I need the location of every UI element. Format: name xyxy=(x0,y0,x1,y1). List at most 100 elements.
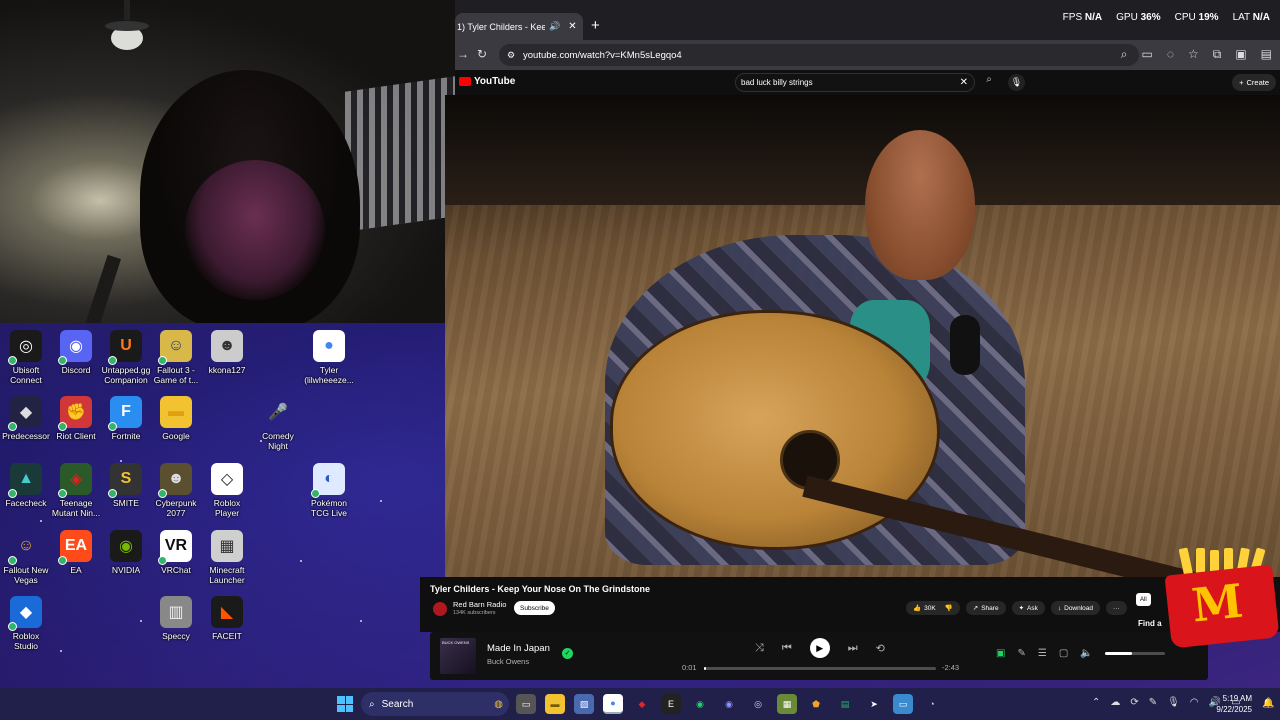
tab-audio-icon[interactable]: 🔊 xyxy=(549,21,560,32)
tab-close-icon[interactable]: ✕ xyxy=(568,21,576,32)
now-playing-icon[interactable]: ▣ xyxy=(996,648,1005,659)
desktop-icon-10[interactable]: 🎤 Comedy Night xyxy=(252,396,304,451)
photos-icon[interactable]: ▨ xyxy=(574,694,594,714)
progress-bar[interactable] xyxy=(704,667,936,670)
play-button[interactable]: ▶ xyxy=(809,638,830,658)
cursor-app-icon[interactable]: ➤ xyxy=(864,694,884,714)
search-icon[interactable]: ⌕ xyxy=(978,74,1000,91)
volume-slider[interactable] xyxy=(1104,652,1165,655)
zoom-icon[interactable]: ⌕ xyxy=(1121,47,1128,62)
wifi-icon[interactable]: ◠ xyxy=(1190,697,1199,708)
desktop-icon-11[interactable]: ▲ Facecheck xyxy=(0,463,52,508)
queue-icon[interactable]: ☰ xyxy=(1038,648,1047,659)
volume-icon[interactable]: 🔈 xyxy=(1080,648,1092,659)
monitor-icon[interactable]: ▭ xyxy=(893,694,913,714)
chrome-icon[interactable]: ● xyxy=(603,694,623,714)
desktop-icon-13[interactable]: S SMITE xyxy=(100,463,152,508)
site-info-icon[interactable]: ⚙ xyxy=(507,50,515,61)
microphone-icon[interactable]: 🎙 xyxy=(1167,697,1180,708)
desktop-icon-6[interactable]: ◆ Predecessor xyxy=(0,396,52,441)
pencil-icon[interactable]: ✎ xyxy=(1017,648,1025,659)
video-player[interactable] xyxy=(445,95,1280,577)
youtube-logo[interactable]: YouTube xyxy=(459,76,515,87)
url-field[interactable]: ⚙ youtube.com/watch?v=KMn5sLegqo4 xyxy=(499,44,1139,66)
desktop-icon-14[interactable]: ☻ Cyberpunk 2077 xyxy=(150,463,202,518)
album-art[interactable]: BUCK OWENS xyxy=(440,638,476,674)
thumbs-down-icon[interactable]: 👎 xyxy=(945,604,953,612)
more-actions-button[interactable]: ··· xyxy=(1106,601,1127,615)
shuffle-icon[interactable]: ⤨ xyxy=(755,642,764,655)
excel-icon[interactable]: ▤ xyxy=(835,694,855,714)
desktop-icon-19[interactable]: ◉ NVIDIA xyxy=(100,530,152,575)
devices-icon[interactable]: ▢ xyxy=(1059,648,1068,659)
desktop-icon-3[interactable]: ☺ Fallout 3 - Game of t... xyxy=(150,330,202,385)
extensions-icon[interactable]: ⧉ xyxy=(1213,47,1222,62)
forward-icon[interactable]: → xyxy=(457,47,469,61)
red-diamond-icon[interactable]: ◆ xyxy=(632,694,652,714)
profile-icon[interactable]: ▤ xyxy=(1261,47,1272,62)
app-icon: ◣ xyxy=(211,596,243,628)
channel-avatar[interactable] xyxy=(433,602,447,616)
desktop-icon-4[interactable]: ☻ kkona127 xyxy=(201,330,253,375)
desktop-icon-1[interactable]: ◉ Discord xyxy=(50,330,102,375)
create-button[interactable]: + Create xyxy=(1232,74,1276,91)
desktop-icon-7[interactable]: ✊ Riot Client xyxy=(50,396,102,441)
liked-check-icon[interactable]: ✓ xyxy=(562,648,573,659)
clear-search-icon[interactable]: ✕ xyxy=(960,77,968,88)
share-button[interactable]: ↗ Share xyxy=(965,601,1006,615)
like-button[interactable]: 👍 30K 👎 xyxy=(906,601,960,615)
cast-icon[interactable]: ▭ xyxy=(1141,47,1152,62)
desktop-icon-5[interactable]: ● Tyler (lilwheeeze... xyxy=(303,330,355,385)
sync-icon[interactable]: ⟳ xyxy=(1130,697,1138,708)
desktop-icon-17[interactable]: ☺ Fallout New Vegas xyxy=(0,530,52,585)
start-button[interactable] xyxy=(337,696,353,712)
file-explorer-icon[interactable]: ▬ xyxy=(545,694,565,714)
desktop-icon-20[interactable]: VR VRChat xyxy=(150,530,202,575)
obs-icon[interactable]: ◔ xyxy=(922,694,942,714)
desktop-icon-12[interactable]: ◈ Teenage Mutant Nin... xyxy=(50,463,102,518)
cloud-icon[interactable]: ☁ xyxy=(1110,697,1120,708)
desktop-icon-15[interactable]: ◇ Roblox Player xyxy=(201,463,253,518)
epic-games-icon[interactable]: E xyxy=(661,694,681,714)
previous-icon[interactable]: ⏮ xyxy=(782,642,792,655)
sidebar-icon[interactable]: ▣ xyxy=(1235,47,1246,62)
ask-button[interactable]: ✦ Ask xyxy=(1011,601,1045,615)
desktop-icon-2[interactable]: U Untapped.gg Companion xyxy=(100,330,152,385)
sync-check-icon xyxy=(8,622,17,631)
pen-icon[interactable]: ✎ xyxy=(1149,697,1157,708)
bookmark-star-icon[interactable]: ☆ xyxy=(1188,47,1199,62)
desktop-icon-22[interactable]: ◆ Roblox Studio xyxy=(0,596,52,651)
tab-youtube[interactable]: 1) Tyler Childers - Keep Yo 🔊 ✕ xyxy=(455,13,583,40)
desktop-icon-8[interactable]: F Fortnite xyxy=(100,396,152,441)
channel-name[interactable]: Red Barn Radio xyxy=(453,600,506,609)
track-title[interactable]: Made In Japan xyxy=(487,643,550,654)
youtube-search-input[interactable]: bad luck billy strings ✕ xyxy=(735,73,975,92)
discord-icon[interactable]: ◉ xyxy=(719,694,739,714)
desktop-icon-23[interactable]: ▥ Speccy xyxy=(150,596,202,641)
spotify-icon[interactable]: ◉ xyxy=(690,694,710,714)
minecraft-icon[interactable]: ▦ xyxy=(777,694,797,714)
track-artist[interactable]: Buck Owens xyxy=(487,657,529,666)
reload-icon[interactable]: ↻ xyxy=(477,47,487,61)
new-tab-button[interactable]: + xyxy=(591,17,600,34)
desktop-icon-21[interactable]: ▦ Minecraft Launcher xyxy=(201,530,253,585)
shield-icon[interactable]: ⬟ xyxy=(806,694,826,714)
repeat-icon[interactable]: ⟲ xyxy=(876,642,885,655)
subscribe-button[interactable]: Subscribe xyxy=(514,601,555,615)
system-clock[interactable]: 5:19 AM 9/22/2025 xyxy=(1208,693,1252,715)
taskbar-search[interactable]: ⌕ Search ◍ xyxy=(361,692,509,716)
eye-off-icon[interactable]: ◌ xyxy=(1167,47,1174,62)
desktop-icon-24[interactable]: ◣ FACEIT xyxy=(201,596,253,641)
filter-chip-all[interactable]: All xyxy=(1136,593,1151,606)
next-icon[interactable]: ⏭ xyxy=(848,642,858,655)
chevron-up-icon[interactable]: ⌃ xyxy=(1092,697,1100,708)
task-view-icon[interactable]: ▭ xyxy=(516,694,536,714)
desktop-icon-18[interactable]: EA EA xyxy=(50,530,102,575)
download-button[interactable]: ↓ Download xyxy=(1050,601,1101,615)
desktop-icon-16[interactable]: ◐ Pokémon TCG Live xyxy=(303,463,355,518)
mic-icon[interactable]: 🎙 xyxy=(1008,74,1025,91)
desktop-icon-9[interactable]: ▬ Google xyxy=(150,396,202,441)
steam-icon[interactable]: ◎ xyxy=(748,694,768,714)
desktop-icon-0[interactable]: ◎ Ubisoft Connect xyxy=(0,330,52,385)
notification-bell-icon[interactable]: 🔔 xyxy=(1262,698,1274,709)
